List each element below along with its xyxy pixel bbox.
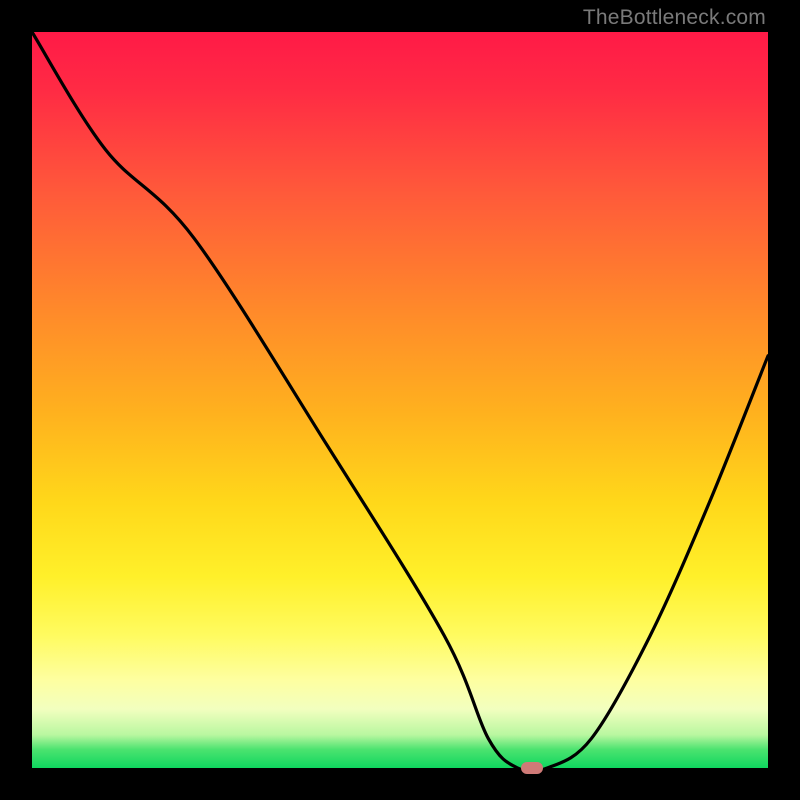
watermark-text: TheBottleneck.com — [583, 6, 766, 30]
bottleneck-curve — [32, 32, 768, 768]
optimal-point-marker — [521, 762, 543, 774]
plot-area — [32, 32, 768, 768]
chart-frame: TheBottleneck.com — [0, 0, 800, 800]
